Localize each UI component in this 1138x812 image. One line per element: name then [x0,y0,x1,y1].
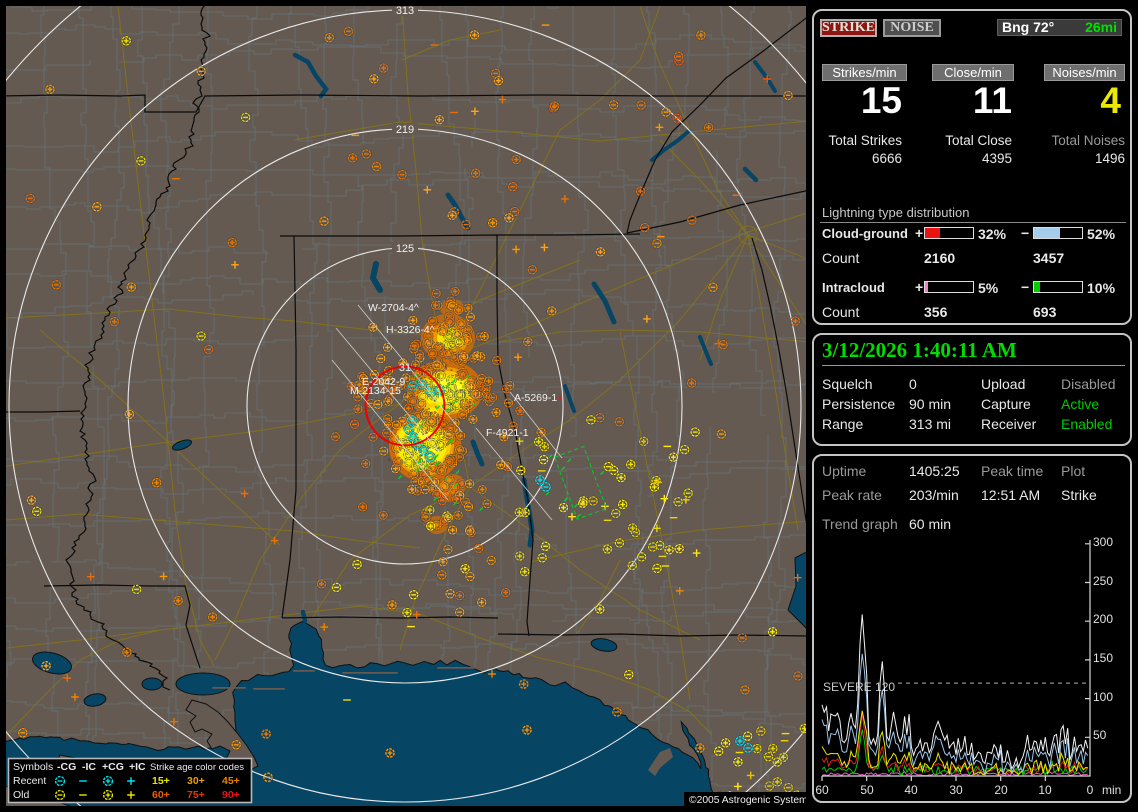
svg-text:F-4921-1: F-4921-1 [486,427,529,439]
svg-text:15+: 15+ [152,775,170,787]
svg-text:Old: Old [13,789,30,801]
svg-text:-IC: -IC [82,761,96,773]
svg-text:Strike age color codes: Strike age color codes [150,762,244,773]
svg-text:125: 125 [396,243,414,255]
svg-text:W-2704-4^: W-2704-4^ [368,302,419,314]
svg-text:75+: 75+ [187,789,205,801]
svg-text:H-3326-4^: H-3326-4^ [386,324,435,336]
svg-text:90+: 90+ [222,789,240,801]
svg-text:M-2134-15: M-2134-15 [350,385,401,397]
svg-text:-CG: -CG [57,761,76,773]
svg-text:+CG: +CG [102,761,124,773]
svg-text:Symbols: Symbols [13,761,53,773]
svg-text:Recent: Recent [13,775,46,787]
svg-text:45+: 45+ [222,775,240,787]
svg-text:313: 313 [396,6,414,17]
svg-text:A-5269-1: A-5269-1 [514,392,557,404]
svg-text:219: 219 [396,124,414,136]
svg-text:60+: 60+ [152,789,170,801]
svg-text:©2005 Astrogenic Systems: ©2005 Astrogenic Systems [689,795,806,806]
svg-text:30+: 30+ [187,775,205,787]
svg-text:+IC: +IC [129,761,146,773]
